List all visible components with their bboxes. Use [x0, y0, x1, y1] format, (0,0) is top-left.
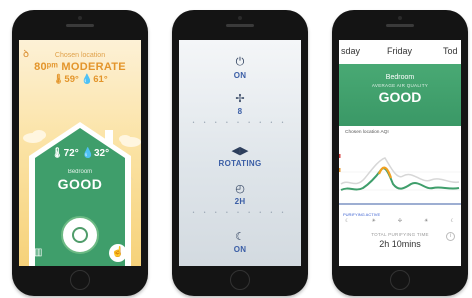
day-prev[interactable]: sday [341, 46, 360, 56]
fan-icon: ✢ [397, 218, 403, 224]
night-mode-label: ON [233, 245, 247, 254]
home-button[interactable] [390, 270, 410, 290]
purifying-total: TOTAL PURIFYING TIME 2h 10mins [339, 232, 461, 249]
speed-slider[interactable]: • • • • • • • • • [189, 120, 291, 126]
chart-title: Chosen location AQI [345, 130, 389, 135]
speaker [66, 24, 94, 27]
timer-slider[interactable]: • • • • • • • • • [189, 210, 291, 216]
room-label: Bedroom [67, 169, 93, 175]
phone-history-screen: sday Friday Tod Bedroom AVERAGE AIR QUAL… [332, 10, 468, 296]
total-label: TOTAL PURIFYING TIME [371, 232, 429, 237]
air-status: GOOD [378, 89, 422, 105]
timer-control[interactable]: ◴ 2H [179, 182, 301, 206]
history-screen: sday Friday Tod Bedroom AVERAGE AIR QUAL… [339, 40, 461, 266]
camera [78, 16, 82, 20]
power-icon: ⏻ [235, 56, 245, 68]
fan-speed-icon: ✢ [235, 93, 245, 105]
hand-remote-icon[interactable]: ☝ [109, 244, 127, 262]
room-label: Bedroom [385, 74, 415, 81]
moon-icon: ☾ [450, 218, 455, 224]
speaker [226, 24, 254, 27]
indoor-temps: 🌡72° 💧32° [50, 148, 110, 159]
total-value: 2h 10mins [379, 239, 421, 249]
purifying-legend: PURIFYING ACTIVE [343, 212, 381, 217]
day-next[interactable]: Tod [443, 46, 458, 56]
day-selector: sday Friday Tod [339, 40, 461, 64]
indoor-house: 🌡72° 💧32° Bedroom GOOD ▥ ☝ [27, 120, 133, 266]
sun-icon: ☀ [371, 218, 376, 224]
timer-label: 2H [234, 197, 246, 206]
oscillation-icon: ◀▶ [231, 145, 249, 157]
phone-home-screen: ꝺ Chosen location 80ᵖᵐ MODERATE 🌡59° 💧61… [12, 10, 148, 296]
moon-icon: ☾ [235, 231, 245, 243]
sun-icon: ☀ [424, 218, 429, 224]
camera [238, 16, 242, 20]
camera [398, 16, 402, 20]
power-control[interactable]: ⏻ ON [179, 56, 301, 80]
fan-speed-label: 8 [237, 107, 243, 116]
phone-controls-screen: ⏻ ON ✢ 8 • • • • • • • • • ◀▶ ROTATING ◴… [172, 10, 308, 296]
home-button[interactable] [230, 270, 250, 290]
controls-screen: ⏻ ON ✢ 8 • • • • • • • • • ◀▶ ROTATING ◴… [179, 40, 301, 266]
info-icon[interactable]: i [446, 232, 455, 241]
aqi-chart [339, 154, 461, 205]
night-mode-control[interactable]: ☾ ON [179, 230, 301, 254]
fan-icon[interactable] [61, 216, 99, 254]
air-status: GOOD [57, 176, 103, 192]
indoor-readout: 🌡72° 💧32° Bedroom GOOD [27, 148, 133, 192]
power-label: ON [233, 71, 247, 80]
home-button[interactable] [70, 270, 90, 290]
timeline-icons: ☾ ☀ ✢ ☀ ☾ [345, 218, 455, 224]
home-screen: ꝺ Chosen location 80ᵖᵐ MODERATE 🌡59° 💧61… [19, 40, 141, 266]
chart-icon[interactable]: ▥ [33, 247, 42, 258]
moon-icon: ☾ [345, 218, 350, 224]
aq-label: AVERAGE AIR QUALITY [371, 83, 429, 88]
outdoor-aqi-line [340, 157, 460, 185]
oscillation-control[interactable]: ◀▶ ROTATING [179, 144, 301, 168]
speaker [386, 24, 414, 27]
quality-summary: Bedroom AVERAGE AIR QUALITY GOOD [339, 64, 461, 126]
day-current[interactable]: Friday [387, 46, 412, 56]
fan-speed-control[interactable]: ✢ 8 [179, 92, 301, 116]
oscillation-label: ROTATING [218, 159, 262, 168]
timer-icon: ◴ [235, 183, 245, 195]
